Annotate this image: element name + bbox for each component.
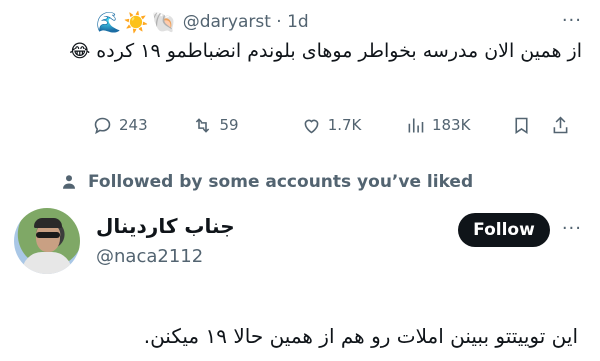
like-button[interactable]: 1.7K — [301, 115, 405, 136]
views-button[interactable]: 183K — [405, 115, 511, 136]
laughing-emoji: 😂 — [69, 41, 91, 62]
views-count: 183K — [431, 116, 471, 134]
previous-tweet-text: از همین الان مدرسه بخواطر موهای بلوندم ا… — [62, 36, 582, 67]
retweet-icon — [196, 117, 210, 133]
like-count: 1.7K — [327, 116, 362, 134]
heart-icon — [304, 119, 319, 133]
avatar-hair — [34, 218, 62, 228]
avatar[interactable] — [14, 208, 80, 274]
display-name-emojis[interactable]: 🌊 ☀️ 🐚 — [96, 12, 177, 32]
previous-tweet-body: از همین الان مدرسه بخواطر موهای بلوندم ا… — [96, 40, 582, 62]
tweet-more-icon[interactable]: ··· — [562, 218, 582, 239]
display-name[interactable]: جناب کاردینال — [96, 214, 235, 238]
user-handle[interactable]: @naca2112 — [96, 246, 203, 267]
retweet-button[interactable]: 59 — [192, 115, 296, 136]
retweet-count: 59 — [219, 116, 239, 134]
avatar-sunglasses — [36, 232, 60, 238]
shell-emoji: 🐚 — [151, 10, 177, 34]
reply-count: 243 — [119, 116, 148, 134]
reply-button[interactable]: 243 — [92, 115, 182, 136]
share-button[interactable] — [550, 115, 580, 136]
bookmark-icon — [515, 117, 528, 134]
wave-emoji: 🌊 — [96, 10, 121, 34]
previous-tweet-more-icon[interactable]: ··· — [562, 10, 582, 31]
reply-icon — [94, 117, 111, 134]
social-context: Followed by some accounts you’ve liked — [60, 172, 473, 192]
social-context-label: Followed by some accounts you’ve liked — [88, 172, 474, 192]
tweet-text: این توییتتو ببینن املات رو هم از همین حا… — [143, 324, 578, 348]
share-icon — [554, 116, 568, 133]
sun-emoji: ☀️ — [123, 10, 149, 34]
previous-tweet-handle-time[interactable]: @daryarst · 1d — [183, 12, 309, 32]
person-icon — [63, 175, 75, 189]
previous-tweet-header: 🌊 ☀️ 🐚 @daryarst · 1d ··· — [96, 8, 582, 36]
avatar-body — [22, 252, 72, 274]
bookmark-button[interactable] — [511, 115, 550, 136]
follow-button[interactable]: Follow — [458, 213, 550, 247]
tweet-actions-bar: 243 59 1.7K 183K — [92, 108, 580, 142]
analytics-icon — [408, 118, 424, 132]
